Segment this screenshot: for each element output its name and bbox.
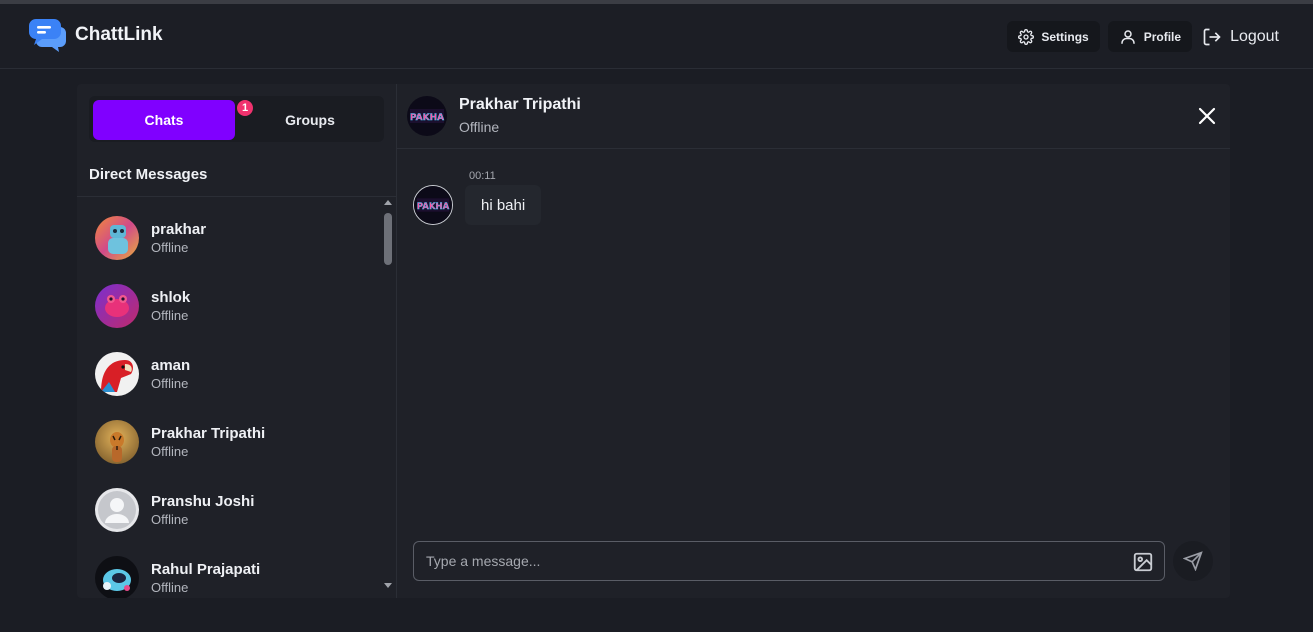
logout-label: Logout [1230,27,1279,45]
brand-name: ChattLink [75,24,163,45]
message-sender-avatar: PAKHA [413,185,453,225]
chat-partner-status: Offline [459,119,500,135]
navbar: ChattLink Settings Profile Logout [0,4,1313,69]
sidebar-tabs: Chats 1 Groups [89,96,384,142]
message-input[interactable] [426,542,1116,580]
contact-name: Pranshu Joshi [151,493,255,510]
chat-partner-name: Prakhar Tripathi [459,96,581,113]
contact-item[interactable]: shlok Offline [95,281,375,331]
send-button[interactable] [1173,541,1213,581]
contact-status: Offline [151,308,189,323]
scroll-down-arrow-icon[interactable] [384,583,392,588]
settings-button[interactable]: Settings [1007,21,1100,52]
default-user-avatar [95,488,139,532]
contact-status: Offline [151,580,189,595]
contact-list[interactable]: prakhar Offline shlok Offline aman Offli… [77,197,387,598]
scroll-up-arrow-icon[interactable] [384,200,392,205]
frog-avatar [95,284,139,328]
contact-item[interactable]: aman Offline [95,349,375,399]
logout-button[interactable]: Logout [1202,27,1279,47]
chat-header: PAKHA Prakhar Tripathi Offline [397,84,1230,149]
astronaut-avatar [95,556,139,598]
contact-status: Offline [151,376,189,391]
contact-status: Offline [151,512,189,527]
contact-name: Prakhar Tripathi [151,425,266,442]
logout-icon [1203,28,1221,45]
brand[interactable]: ChattLink [28,17,163,53]
chat-panel: PAKHA Prakhar Tripathi Offline PAKHA 00:… [397,84,1230,598]
section-title: Direct Messages [89,166,208,183]
image-icon [1133,552,1153,572]
contact-status: Offline [151,444,189,459]
sidebar: Chats 1 Groups Direct Messages prakhar O… [77,84,397,598]
robot-avatar [95,216,139,260]
contact-name: shlok [151,289,191,306]
contact-name: prakhar [151,221,207,238]
contact-item[interactable]: Prakhar Tripathi Offline [95,417,375,467]
profile-label: Profile [1143,29,1182,44]
close-icon [1198,107,1216,125]
attach-image-button[interactable] [1132,551,1154,573]
contact-item[interactable]: prakhar Offline [95,213,375,263]
contact-item[interactable]: Pranshu Joshi Offline [95,485,375,535]
scroll-thumb[interactable] [384,213,392,265]
send-icon [1183,551,1203,571]
gear-icon [1018,28,1035,45]
contact-status: Offline [151,240,189,255]
tab-groups[interactable]: Groups [239,100,381,140]
parrot-avatar [95,352,139,396]
contact-list-scrollbar[interactable] [383,197,393,598]
avatar-text: PAKHA [417,202,450,212]
tab-chats[interactable]: Chats 1 [93,98,255,140]
tab-chats-label: Chats [144,112,184,128]
chat-bubbles-logo-icon [29,19,66,52]
nav-actions: Settings Profile Logout [999,21,1279,52]
profile-button[interactable]: Profile [1107,21,1193,52]
contact-name: Rahul Prajapati [151,561,261,578]
contact-name: aman [151,357,191,374]
tiger-avatar [95,420,139,464]
avatar-text: PAKHA [410,113,444,123]
settings-label: Settings [1041,29,1089,44]
message-composer [413,541,1165,581]
contact-item[interactable]: Rahul Prajapati Offline [95,553,375,598]
message-timestamp: 00:11 [469,170,496,182]
user-icon [1120,29,1135,44]
message-bubble: hi bahi [465,185,542,225]
chat-app: Chats 1 Groups Direct Messages prakhar O… [77,84,1230,598]
close-chat-button[interactable] [1197,106,1217,126]
chat-partner-avatar: PAKHA [407,96,447,136]
tab-groups-label: Groups [285,112,335,128]
